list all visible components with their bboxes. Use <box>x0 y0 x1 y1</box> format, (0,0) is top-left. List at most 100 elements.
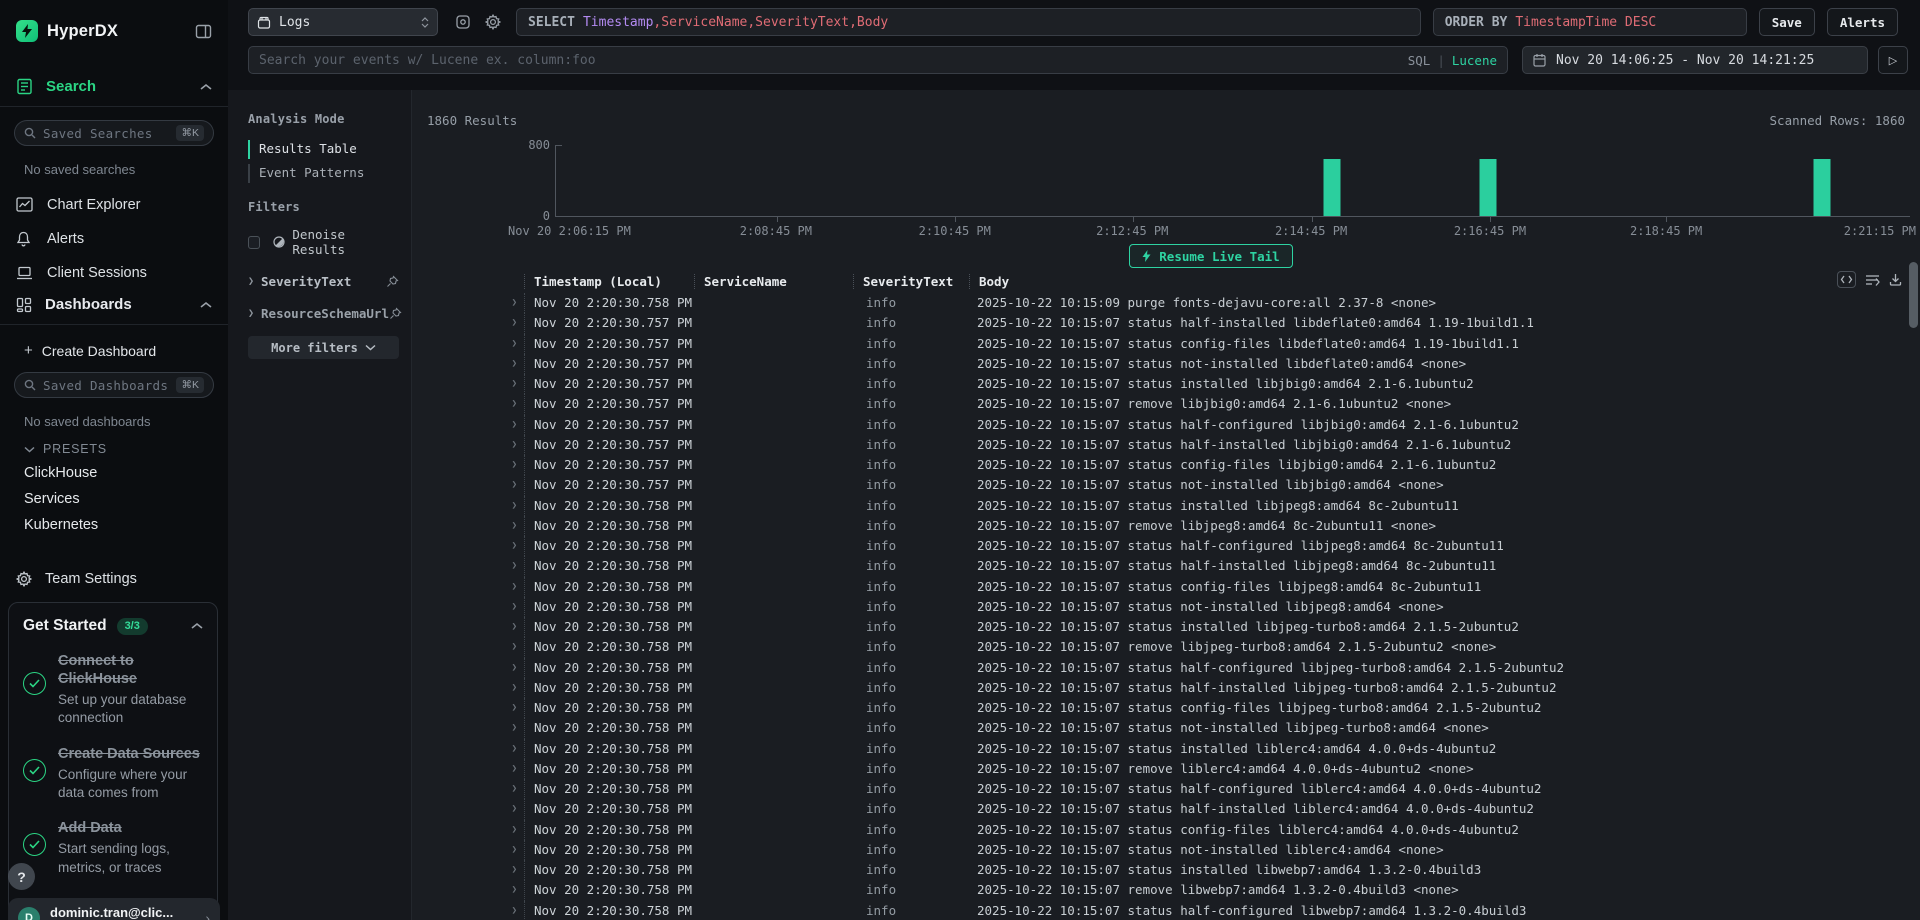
denoise-results-toggle[interactable]: Denoise Results <box>248 227 399 257</box>
row-expand-chevron[interactable]: ❯ <box>510 374 519 394</box>
log-row[interactable]: ❯ Nov 20 2:20:30.758 PM info 2025-10-22 … <box>412 516 1920 536</box>
language-toggle-sql[interactable]: SQL <box>1408 53 1431 68</box>
search-input[interactable] <box>259 53 1408 68</box>
histogram-bar[interactable] <box>1323 159 1340 217</box>
row-expand-chevron[interactable]: ❯ <box>510 577 519 597</box>
run-query-button[interactable]: ▷ <box>1878 46 1908 74</box>
row-expand-chevron[interactable]: ❯ <box>510 840 519 860</box>
date-range-picker[interactable]: Nov 20 14:06:25 - Nov 20 14:21:25 <box>1522 46 1868 74</box>
pin-icon[interactable] <box>386 275 399 288</box>
sidebar-collapse-icon[interactable] <box>195 23 212 40</box>
row-expand-chevron[interactable]: ❯ <box>510 313 519 333</box>
row-expand-chevron[interactable]: ❯ <box>510 718 519 738</box>
search-section-header[interactable]: Search <box>0 78 228 95</box>
app-title[interactable]: HyperDX <box>47 22 195 41</box>
row-expand-chevron[interactable]: ❯ <box>510 394 519 414</box>
row-expand-chevron[interactable]: ❯ <box>510 293 519 313</box>
order-by-input[interactable]: ORDER BY TimestampTime DESC <box>1433 8 1747 36</box>
log-row[interactable]: ❯ Nov 20 2:20:30.758 PM info 2025-10-22 … <box>412 901 1920 920</box>
save-button[interactable]: Save <box>1759 8 1815 36</box>
row-expand-chevron[interactable]: ❯ <box>510 880 519 900</box>
log-row[interactable]: ❯ Nov 20 2:20:30.757 PM info 2025-10-22 … <box>412 334 1920 354</box>
filter-field-severitytext[interactable]: ❯ SeverityText <box>248 274 399 289</box>
row-expand-chevron[interactable]: ❯ <box>510 698 519 718</box>
column-header-body[interactable]: Body <box>969 274 1920 289</box>
log-row[interactable]: ❯ Nov 20 2:20:30.757 PM info 2025-10-22 … <box>412 394 1920 414</box>
sidebar-item-client-sessions[interactable]: Client Sessions <box>0 262 228 283</box>
log-row[interactable]: ❯ Nov 20 2:20:30.758 PM info 2025-10-22 … <box>412 799 1920 819</box>
row-expand-chevron[interactable]: ❯ <box>510 556 519 576</box>
row-expand-chevron[interactable]: ❯ <box>510 496 519 516</box>
histogram-bar[interactable] <box>1479 159 1496 217</box>
row-expand-chevron[interactable]: ❯ <box>510 637 519 657</box>
row-expand-chevron[interactable]: ❯ <box>510 597 519 617</box>
preset-clickhouse[interactable]: ClickHouse <box>0 465 228 482</box>
log-row[interactable]: ❯ Nov 20 2:20:30.757 PM info 2025-10-22 … <box>412 435 1920 455</box>
column-header-severitytext[interactable]: SeverityText <box>853 274 969 289</box>
log-row[interactable]: ❯ Nov 20 2:20:30.758 PM info 2025-10-22 … <box>412 718 1920 738</box>
row-expand-chevron[interactable]: ❯ <box>510 799 519 819</box>
user-menu[interactable]: D dominic.tran@clic... dominic.tran@clic… <box>8 898 220 920</box>
row-expand-chevron[interactable]: ❯ <box>510 415 519 435</box>
help-button[interactable]: ? <box>8 863 35 890</box>
log-row[interactable]: ❯ Nov 20 2:20:30.758 PM info 2025-10-22 … <box>412 597 1920 617</box>
log-row[interactable]: ❯ Nov 20 2:20:30.758 PM info 2025-10-22 … <box>412 880 1920 900</box>
dashboards-section-header[interactable]: Dashboards <box>0 296 228 313</box>
log-row[interactable]: ❯ Nov 20 2:20:30.757 PM info 2025-10-22 … <box>412 374 1920 394</box>
log-row[interactable]: ❯ Nov 20 2:20:30.758 PM info 2025-10-22 … <box>412 779 1920 799</box>
row-expand-chevron[interactable]: ❯ <box>510 658 519 678</box>
log-row[interactable]: ❯ Nov 20 2:20:30.758 PM info 2025-10-22 … <box>412 678 1920 698</box>
preset-kubernetes[interactable]: Kubernetes <box>0 517 228 534</box>
row-expand-chevron[interactable]: ❯ <box>510 901 519 920</box>
log-row[interactable]: ❯ Nov 20 2:20:30.758 PM info 2025-10-22 … <box>412 840 1920 860</box>
mode-event-patterns[interactable]: Event Patterns <box>248 165 399 181</box>
chevron-up-icon[interactable] <box>200 83 212 91</box>
language-toggle-lucene[interactable]: Lucene <box>1452 53 1497 68</box>
row-expand-chevron[interactable]: ❯ <box>510 354 519 374</box>
column-header-servicename[interactable]: ServiceName <box>694 274 853 289</box>
focus-box-icon[interactable] <box>452 11 474 33</box>
get-started-step[interactable]: Connect to ClickHouse Set up your databa… <box>23 652 203 728</box>
log-row[interactable]: ❯ Nov 20 2:20:30.758 PM info 2025-10-22 … <box>412 820 1920 840</box>
log-row[interactable]: ❯ Nov 20 2:20:30.758 PM info 2025-10-22 … <box>412 577 1920 597</box>
row-expand-chevron[interactable]: ❯ <box>510 536 519 556</box>
row-expand-chevron[interactable]: ❯ <box>510 678 519 698</box>
download-icon[interactable] <box>1889 273 1902 286</box>
chevron-up-icon[interactable] <box>191 622 203 630</box>
row-expand-chevron[interactable]: ❯ <box>510 435 519 455</box>
sidebar-item-alerts[interactable]: Alerts <box>0 228 228 249</box>
row-expand-chevron[interactable]: ❯ <box>510 475 519 495</box>
select-columns-input[interactable]: SELECT Timestamp ,ServiceName,SeverityTe… <box>516 8 1421 36</box>
sidebar-item-team-settings[interactable]: Team Settings <box>0 571 228 587</box>
log-row[interactable]: ❯ Nov 20 2:20:30.757 PM info 2025-10-22 … <box>412 354 1920 374</box>
resume-live-tail-button[interactable]: Resume Live Tail <box>1129 244 1292 268</box>
row-expand-chevron[interactable]: ❯ <box>510 759 519 779</box>
wrap-lines-icon[interactable] <box>1865 274 1880 286</box>
column-header-timestamp[interactable]: Timestamp (Local) <box>524 274 694 289</box>
presets-toggle[interactable]: PRESETS <box>0 442 228 456</box>
log-row[interactable]: ❯ Nov 20 2:20:30.758 PM info 2025-10-22 … <box>412 637 1920 657</box>
row-expand-chevron[interactable]: ❯ <box>510 617 519 637</box>
vertical-scrollbar-thumb[interactable] <box>1909 262 1918 328</box>
log-row[interactable]: ❯ Nov 20 2:20:30.757 PM info 2025-10-22 … <box>412 415 1920 435</box>
log-row[interactable]: ❯ Nov 20 2:20:30.758 PM info 2025-10-22 … <box>412 556 1920 576</box>
preset-services[interactable]: Services <box>0 491 228 508</box>
log-row[interactable]: ❯ Nov 20 2:20:30.758 PM info 2025-10-22 … <box>412 496 1920 516</box>
mode-results-table[interactable]: Results Table <box>248 141 399 157</box>
more-filters-button[interactable]: More filters <box>248 336 399 359</box>
log-row[interactable]: ❯ Nov 20 2:20:30.758 PM info 2025-10-22 … <box>412 293 1920 313</box>
saved-searches-input[interactable]: Saved Searches ⌘K <box>14 120 214 146</box>
row-expand-chevron[interactable]: ❯ <box>510 334 519 354</box>
log-row[interactable]: ❯ Nov 20 2:20:30.758 PM info 2025-10-22 … <box>412 739 1920 759</box>
get-started-step[interactable]: Add Data Start sending logs, metrics, or… <box>23 819 203 877</box>
log-row[interactable]: ❯ Nov 20 2:20:30.757 PM info 2025-10-22 … <box>412 455 1920 475</box>
log-row[interactable]: ❯ Nov 20 2:20:30.758 PM info 2025-10-22 … <box>412 617 1920 637</box>
row-expand-chevron[interactable]: ❯ <box>510 516 519 536</box>
log-row[interactable]: ❯ Nov 20 2:20:30.758 PM info 2025-10-22 … <box>412 759 1920 779</box>
sidebar-item-chart-explorer[interactable]: Chart Explorer <box>0 194 228 215</box>
saved-dashboards-input[interactable]: Saved Dashboards ⌘K <box>14 372 214 398</box>
pin-icon[interactable] <box>389 307 402 320</box>
log-row[interactable]: ❯ Nov 20 2:20:30.758 PM info 2025-10-22 … <box>412 658 1920 678</box>
filter-field-resourceschemaurl[interactable]: ❯ ResourceSchemaUrl <box>248 306 399 321</box>
denoise-checkbox[interactable] <box>248 236 260 249</box>
